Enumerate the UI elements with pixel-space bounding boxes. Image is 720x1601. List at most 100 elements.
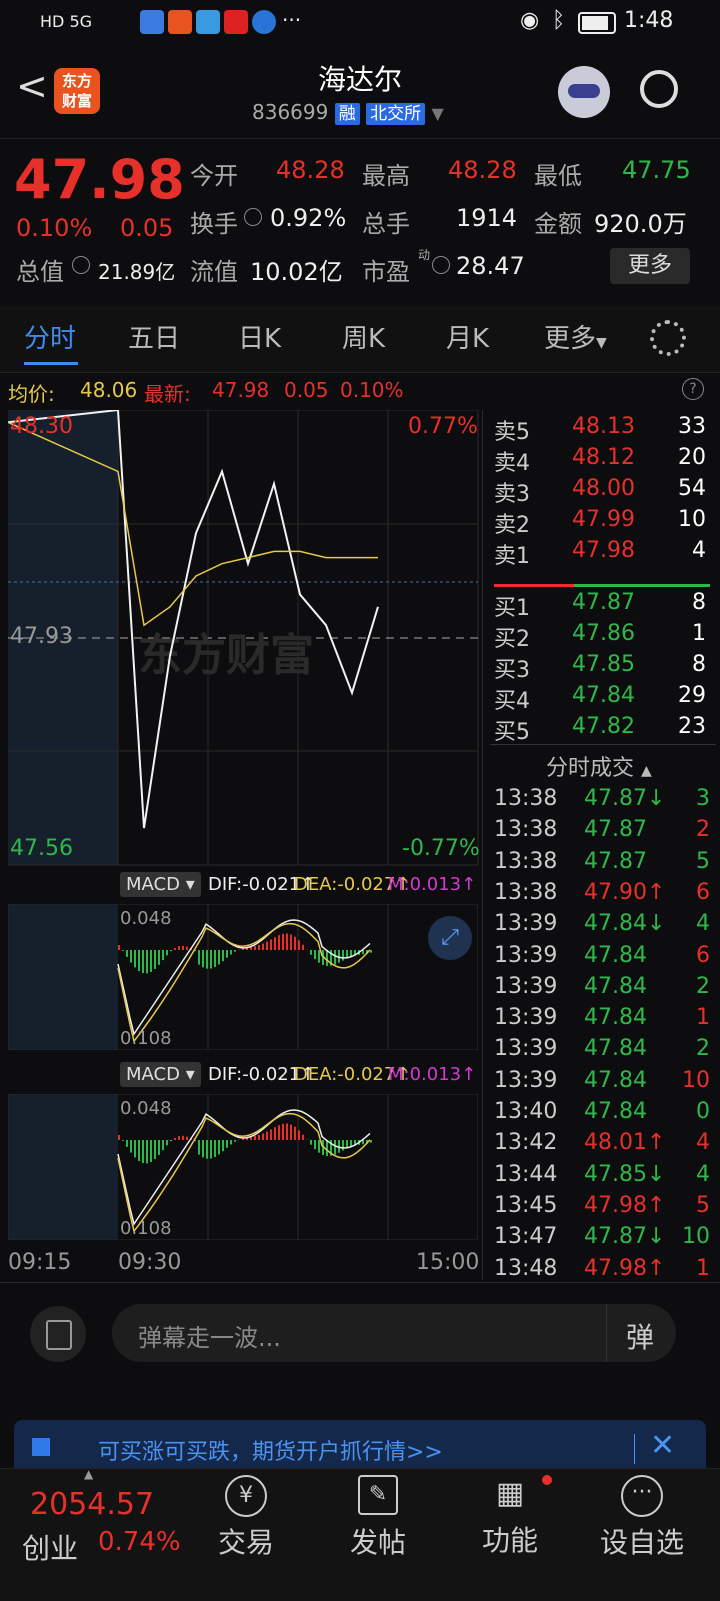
- index-percent[interactable]: 0.74%: [98, 1527, 181, 1557]
- info-icon[interactable]: [244, 208, 262, 226]
- clock: 1:48: [624, 8, 673, 33]
- bid-level-label: 买4: [494, 683, 530, 715]
- intraday-chart[interactable]: 东方财富 48.30 0.77% 47.93 47.56 -0.77%: [8, 410, 488, 880]
- bid-row[interactable]: 买247.861: [490, 621, 712, 653]
- gear-icon[interactable]: [650, 320, 686, 356]
- ask-price: 48.13: [572, 414, 635, 439]
- trade-time: 13:39: [494, 1005, 557, 1030]
- amount-value: 920.0万: [594, 204, 687, 239]
- macd-selector[interactable]: MACD ▾: [120, 872, 201, 897]
- index-value[interactable]: 2054.57: [30, 1487, 154, 1522]
- ask-row[interactable]: 卖348.0054: [490, 476, 712, 508]
- ask-price: 48.12: [572, 445, 635, 470]
- network-indicator: HD 5G: [40, 12, 92, 31]
- bid-row[interactable]: 买447.8429: [490, 683, 712, 715]
- trade-price: 47.90↑: [584, 880, 665, 905]
- nav-functions[interactable]: ▦ 功能: [450, 1469, 570, 1559]
- chevron-down-icon[interactable]: ▼: [431, 104, 443, 123]
- chart-mid-price: 47.93: [10, 624, 73, 649]
- search-icon[interactable]: [640, 70, 678, 108]
- battery-icon: [578, 12, 616, 34]
- market-cap-value: 21.89亿: [98, 256, 175, 285]
- bid-row[interactable]: 买547.8223: [490, 714, 712, 746]
- bid-row[interactable]: 买347.858: [490, 652, 712, 684]
- macd-bar: [138, 1140, 140, 1161]
- macd-bar: [318, 950, 320, 963]
- tab-more[interactable]: 更多▼: [544, 318, 607, 355]
- trade-time: 13:40: [494, 1099, 557, 1124]
- float-cap-value: 10.02亿: [250, 252, 343, 287]
- macd-bar: [206, 1140, 208, 1159]
- macd-bar: [278, 1125, 280, 1140]
- macd-bar: [118, 945, 120, 950]
- macd-bar: [258, 945, 260, 950]
- macd-bar: [290, 934, 292, 950]
- macd-bar: [286, 1124, 288, 1140]
- edit-icon: ✎: [358, 1475, 398, 1515]
- chart-top-percent: 0.77%: [408, 414, 478, 439]
- macd-panel[interactable]: MACD ▾ DIF:-0.021↑ DEA:-0.027↑ M:0.013↑ …: [8, 1060, 488, 1250]
- nav-post[interactable]: ✎ 发帖: [318, 1469, 438, 1561]
- macd-bar: [162, 1140, 164, 1150]
- macd-bar: [218, 950, 220, 964]
- trade-row: 13:3947.8410: [490, 1068, 712, 1100]
- macd-bottom-value: 0.108: [120, 1218, 172, 1239]
- robot-assistant-icon[interactable]: [558, 66, 610, 118]
- macd-bar: [202, 950, 204, 967]
- macd-bar: [210, 950, 212, 969]
- tab-intraday[interactable]: 分时: [24, 318, 76, 355]
- info-icon[interactable]: [432, 256, 450, 274]
- macd-bar: [298, 1130, 300, 1140]
- avg-value: 48.06: [80, 378, 137, 402]
- trades-title[interactable]: 分时成交 ▲: [546, 750, 652, 782]
- notes-icon[interactable]: [30, 1306, 86, 1362]
- macd-bar: [202, 1140, 204, 1157]
- danmu-input[interactable]: 弹幕走一波... 弹: [112, 1304, 676, 1362]
- margin-tag: 融: [335, 103, 360, 125]
- macd-bar: [186, 947, 188, 950]
- pe-value: 28.47: [456, 252, 525, 280]
- index-name[interactable]: 创业: [22, 1527, 78, 1567]
- trade-time: 13:39: [494, 1036, 557, 1061]
- trade-volume: 2: [696, 1036, 710, 1061]
- bid-row[interactable]: 买147.878: [490, 590, 712, 622]
- close-icon[interactable]: ✕: [650, 1428, 675, 1463]
- trade-time: 13:47: [494, 1224, 557, 1249]
- ask-price: 47.98: [572, 538, 635, 563]
- nav-watchlist[interactable]: ··· 设自选: [582, 1469, 702, 1561]
- macd-bar: [206, 950, 208, 969]
- macd-bar: [274, 937, 276, 950]
- help-icon[interactable]: ?: [682, 378, 704, 400]
- macd-selector[interactable]: MACD ▾: [120, 1062, 201, 1087]
- danmu-toggle-button[interactable]: 弹: [626, 1316, 654, 1356]
- bottom-navigation: ▲ 2054.57 创业 0.74% ¥ 交易 ✎ 发帖 ▦ 功能 ··· 设自…: [0, 1468, 720, 1601]
- ask-volume: 4: [692, 538, 706, 563]
- expand-icon[interactable]: ⤢: [428, 916, 472, 960]
- tab-monthly-k[interactable]: 月K: [446, 318, 489, 355]
- info-icon[interactable]: [72, 256, 90, 274]
- macd-bar: [334, 1140, 336, 1155]
- pe-label: 市盈: [362, 252, 410, 287]
- ask-row[interactable]: 卖548.1333: [490, 414, 712, 446]
- nav-trade[interactable]: ¥ 交易: [186, 1469, 306, 1561]
- trade-time: 13:38: [494, 786, 557, 811]
- ask-row[interactable]: 卖147.984: [490, 538, 712, 570]
- macd-panel[interactable]: MACD ▾ DIF:-0.021↑ DEA:-0.027↑ M:0.013↑ …: [8, 870, 488, 1050]
- macd-bar: [278, 935, 280, 950]
- trade-row: 13:3947.842: [490, 1036, 712, 1068]
- tab-weekly-k[interactable]: 周K: [342, 318, 385, 355]
- latest-change: 0.05: [284, 378, 329, 402]
- macd-bar: [222, 950, 224, 961]
- trade-price: 47.87↓: [584, 786, 665, 811]
- more-button[interactable]: 更多: [610, 248, 690, 284]
- dea-line: [118, 924, 370, 1042]
- tab-daily-k[interactable]: 日K: [238, 318, 281, 355]
- trade-row: 13:3947.841: [490, 1005, 712, 1037]
- macd-bar: [262, 1134, 264, 1140]
- ask-row[interactable]: 卖448.1220: [490, 445, 712, 477]
- time-axis-start: 09:15: [8, 1250, 71, 1275]
- ask-row[interactable]: 卖247.9910: [490, 507, 712, 539]
- tab-five-day[interactable]: 五日: [128, 318, 180, 355]
- macd-label: MACD: [126, 874, 180, 895]
- macd-bar: [254, 946, 256, 950]
